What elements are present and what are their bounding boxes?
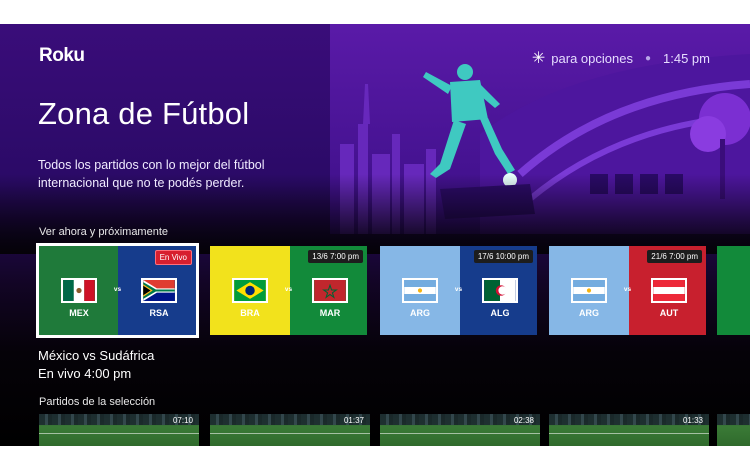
flag-icon-mar	[312, 278, 348, 303]
video-duration: 01:37	[343, 416, 364, 425]
pitch-line	[39, 433, 199, 434]
video-duration: 01:33	[682, 416, 703, 425]
team-code-away: MAR	[319, 308, 341, 318]
page-description: Todos los partidos con lo mejor del fútb…	[38, 158, 265, 190]
pitch-line	[549, 433, 709, 434]
team-code-away: RSA	[149, 308, 169, 318]
highlight-thumbnail[interactable]: 02:38	[380, 414, 540, 446]
team-code-home: ARG	[579, 308, 599, 318]
highlight-thumbnail[interactable]: 07:10	[39, 414, 199, 446]
clock: 1:45 pm	[663, 50, 710, 66]
pitch-line	[380, 433, 540, 434]
selected-match-title: México vs Sudáfrica	[38, 348, 155, 363]
vs-label: vs	[454, 286, 463, 293]
vs-label: vs	[623, 286, 632, 293]
match-card-arg-alg[interactable]: 17/6 10:00 pm vs ARG ALG	[380, 246, 537, 335]
highlight-thumbnail[interactable]: 01:37	[210, 414, 370, 446]
flag-icon-alg	[482, 278, 518, 303]
roku-logo: Roku	[39, 45, 85, 66]
team-code-away: ALG	[490, 308, 510, 318]
selected-match-time: En vivo 4:00 pm	[38, 366, 132, 381]
page-title: Zona de Fútbol	[38, 96, 250, 131]
section-label-highlights: Partidos de la selección	[39, 396, 156, 408]
time-badge: 21/6 7:00 pm	[647, 250, 702, 263]
match-card-mex-rsa[interactable]: En Vivo vs MEX RSA	[36, 243, 199, 338]
team-code-away: AUT	[659, 308, 679, 318]
video-duration: 02:38	[513, 416, 534, 425]
vs-label: vs	[284, 286, 293, 293]
flag-icon-rsa	[141, 278, 177, 303]
flag-icon-arg	[571, 278, 607, 303]
time-badge: 13/6 7:00 pm	[308, 250, 363, 263]
separator-dot: ●	[644, 52, 652, 64]
flag-icon-aut	[651, 278, 687, 303]
highlight-thumbnail[interactable]: 01:33	[549, 414, 709, 446]
options-hint: para opciones	[551, 50, 633, 66]
pitch-line	[210, 433, 370, 434]
section-label-upcoming: Ver ahora y próximamente	[39, 226, 169, 238]
highlight-thumbnail-partial[interactable]	[717, 414, 750, 446]
live-badge: En Vivo	[154, 250, 192, 265]
top-status-bar: ✳ para opciones ● 1:45 pm	[532, 48, 710, 68]
flag-icon-mex	[61, 278, 97, 303]
team-code-home: ARG	[410, 308, 430, 318]
asterisk-icon: ✳	[531, 50, 546, 67]
time-badge: 17/6 10:00 pm	[473, 250, 533, 263]
team-code-home: BRA	[240, 308, 260, 318]
video-duration: 07:10	[172, 416, 193, 425]
tv-screen: Roku ✳ para opciones ● 1:45 pm Zona de F…	[0, 24, 750, 446]
flag-icon-bra	[232, 278, 268, 303]
team-code-home: MEX	[69, 308, 89, 318]
vs-label: vs	[113, 286, 122, 293]
match-card-partial[interactable]	[717, 246, 750, 335]
flag-icon-arg	[402, 278, 438, 303]
thumbnail-stands	[717, 414, 750, 425]
match-card-bra-mar[interactable]: 13/6 7:00 pm vs BRA MAR	[210, 246, 367, 335]
match-card-arg-aut[interactable]: 21/6 7:00 pm vs ARG AUT	[549, 246, 706, 335]
